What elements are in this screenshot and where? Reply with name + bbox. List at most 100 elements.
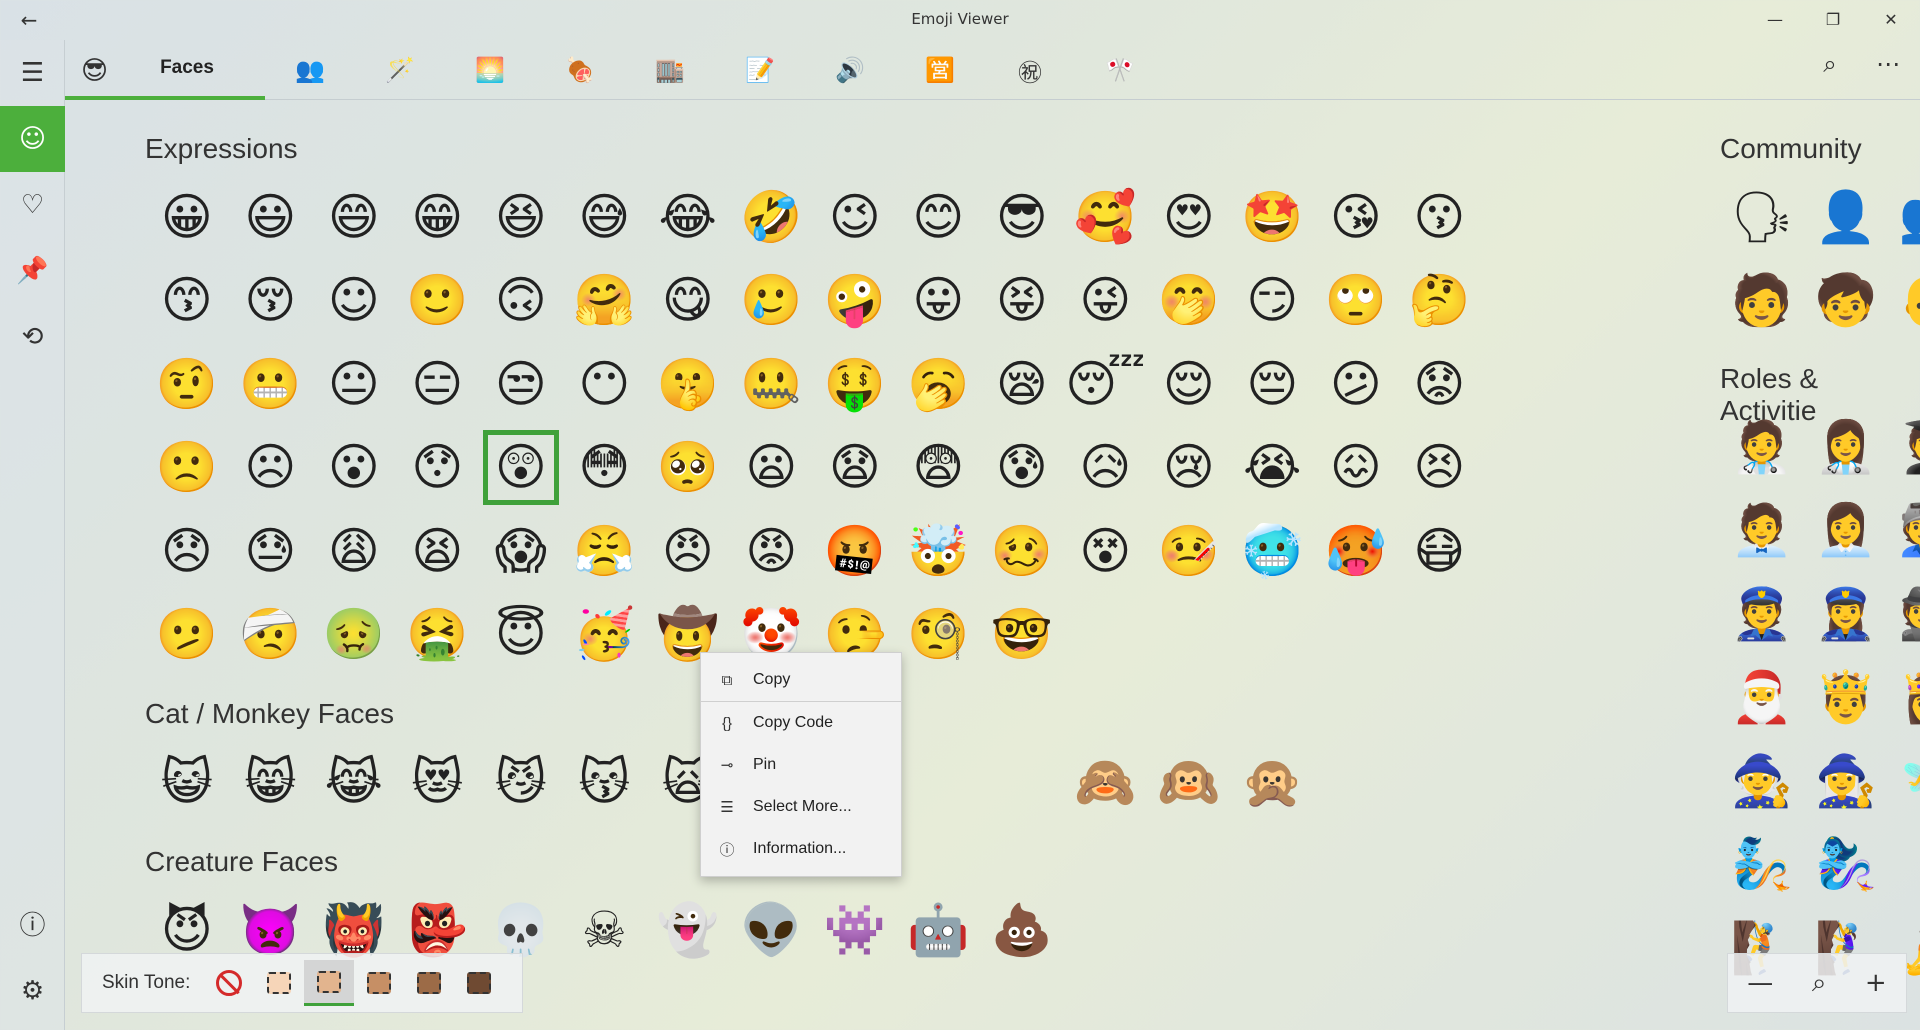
emoji-cell[interactable]: 😅 (563, 175, 647, 259)
emoji-cell[interactable]: 🥺 (646, 426, 730, 510)
emoji-cell[interactable]: 🤬 (813, 509, 897, 593)
emoji-cell[interactable]: 😄 (312, 175, 396, 259)
tab-faces[interactable]: 😎 Faces (65, 40, 265, 100)
emoji-cell[interactable]: 🙊 (1231, 740, 1315, 824)
emoji-cell[interactable]: 🤖 (897, 888, 981, 972)
tab-flags-icon[interactable]: 🎌 (1085, 40, 1155, 100)
tab-objects-memo-icon[interactable]: 📝 (725, 40, 795, 100)
emoji-cell[interactable]: 😛 (897, 259, 981, 343)
emoji-cell[interactable]: 😗 (1398, 175, 1482, 259)
tab-food-icon[interactable]: 🍖 (545, 40, 615, 100)
emoji-cell[interactable]: 👮‍♀️ (1804, 572, 1888, 656)
emoji-cell[interactable]: 🧞 (1720, 823, 1804, 907)
emoji-cell[interactable]: 👶 (1888, 259, 1920, 343)
emoji-cell[interactable]: 😂 (646, 175, 730, 259)
emoji-cell[interactable]: 😠 (646, 509, 730, 593)
emoji-cell[interactable]: 😑 (396, 342, 480, 426)
emoji-cell[interactable]: 🧜 (1888, 823, 1920, 907)
emoji-cell[interactable]: 🥶 (1231, 509, 1315, 593)
emoji-cell[interactable]: 🤪 (813, 259, 897, 343)
emoji-cell[interactable]: 🙈 (1064, 740, 1148, 824)
menu-item-information[interactable]: ⓘ Information... (701, 828, 901, 870)
symbols-nav-icon[interactable]: ♡ (0, 172, 65, 238)
emoji-cell[interactable]: 🤴 (1804, 656, 1888, 740)
emoji-cell[interactable]: 👩‍⚕️ (1804, 405, 1888, 489)
emoji-cell[interactable]: 🧚 (1888, 739, 1920, 823)
emoji-cell[interactable]: 😴 (1064, 342, 1148, 426)
emoji-cell[interactable]: 😫 (396, 509, 480, 593)
emoji-cell[interactable]: 🤭 (1147, 259, 1231, 343)
emoji-cell[interactable]: ☺ (312, 259, 396, 343)
more-options-icon[interactable]: ⋯ (1868, 50, 1908, 86)
emoji-cell[interactable]: 😪 (980, 342, 1064, 426)
emoji-cell[interactable]: 😮 (312, 426, 396, 510)
emoji-cell[interactable]: 😙 (145, 259, 229, 343)
emoji-cell[interactable]: 😏 (1231, 259, 1315, 343)
skin-tone-medium-light[interactable] (304, 960, 355, 1006)
emoji-cell[interactable]: 🤩 (1231, 175, 1315, 259)
emoji-cell[interactable]: 😢 (1147, 426, 1231, 510)
emoji-cell[interactable]: 😼 (479, 740, 563, 824)
emoji-cell[interactable]: 🤓 (980, 593, 1064, 677)
skin-tone-light[interactable] (254, 960, 304, 1006)
emoji-cell[interactable]: 😺 (145, 740, 229, 824)
emoji-cell[interactable]: 😶 (563, 342, 647, 426)
emoji-cell[interactable]: 🧙‍♀️ (1804, 739, 1888, 823)
emoji-cell[interactable]: 🧐 (897, 593, 981, 677)
emoji-cell[interactable]: 🧑‍⚕️ (1720, 405, 1804, 489)
emoji-cell[interactable]: 😐 (312, 342, 396, 426)
emoji-cell[interactable]: 🥴 (980, 509, 1064, 593)
emoji-cell[interactable]: 🧑 (1720, 259, 1804, 343)
emoji-cell[interactable]: 😻 (396, 740, 480, 824)
skin-tone-dark[interactable] (454, 960, 504, 1006)
emoji-cell[interactable]: 😸 (229, 740, 313, 824)
emoji-cell[interactable]: 👩‍💼 (1804, 489, 1888, 573)
history-nav-icon[interactable]: ⟲ (0, 304, 65, 370)
emoji-cell[interactable]: 😬 (229, 342, 313, 426)
emoji-cell[interactable]: 🤑 (813, 342, 897, 426)
emoji-cell[interactable]: 😷 (1398, 509, 1482, 593)
emoji-cell[interactable]: 😒 (479, 342, 563, 426)
emoji-cell[interactable]: 😎 (980, 175, 1064, 259)
emoji-cell[interactable]: 😖 (1314, 426, 1398, 510)
emoji-cell[interactable]: 😭 (1231, 426, 1315, 510)
emoji-cell[interactable]: 🥰 (1064, 175, 1148, 259)
emoji-cell[interactable]: 😯 (396, 426, 480, 510)
emoji-cell[interactable]: 😔 (1231, 342, 1315, 426)
emoji-cell[interactable]: 🥱 (897, 342, 981, 426)
emoji-cell[interactable]: 💩 (980, 888, 1064, 972)
emoji-cell[interactable]: 🙉 (1147, 740, 1231, 824)
emoji-cell[interactable]: 😨 (897, 426, 981, 510)
emoji-cell[interactable]: 😟 (1398, 342, 1482, 426)
tab-sound-speaker-icon[interactable]: 🔊 (815, 40, 885, 100)
emoji-cell[interactable]: 🧑‍🏭 (1888, 489, 1920, 573)
emoji-cell[interactable]: 😵 (1064, 509, 1148, 593)
emoji-cell[interactable]: 🎅 (1720, 656, 1804, 740)
menu-item-copy-code[interactable]: {} Copy Code (701, 702, 901, 744)
emoji-cell[interactable]: 🙄 (1314, 259, 1398, 343)
emoji-cell[interactable]: 😰 (980, 426, 1064, 510)
emoji-cell[interactable]: 😉 (813, 175, 897, 259)
zoom-reset-search-icon[interactable]: ⌕ (1812, 968, 1827, 999)
menu-item-copy[interactable]: ⧉ Copy (701, 659, 901, 701)
emoji-cell[interactable]: 😞 (145, 509, 229, 593)
emoji-cell[interactable]: 😇 (479, 593, 563, 677)
emoji-cell[interactable]: 😱 (479, 509, 563, 593)
search-icon[interactable]: ⌕ (1810, 50, 1850, 86)
emoji-cell[interactable]: ☠ (563, 888, 647, 972)
emoji-cell[interactable]: 😆 (479, 175, 563, 259)
menu-item-select-more[interactable]: ☰ Select More... (701, 786, 901, 828)
emoji-cell[interactable]: 😹 (312, 740, 396, 824)
emoji-cell[interactable]: 😓 (229, 509, 313, 593)
emoji-cell[interactable]: 🧑‍🎓 (1888, 405, 1920, 489)
emoji-cell[interactable]: 👸 (1888, 656, 1920, 740)
emoji-cell[interactable]: 😜 (1064, 259, 1148, 343)
hamburger-menu-icon[interactable]: ☰ (0, 40, 65, 106)
emoji-cell[interactable]: 😥 (1064, 426, 1148, 510)
emoji-cell[interactable]: 😧 (813, 426, 897, 510)
emoji-cell[interactable]: 🗣 (1720, 175, 1804, 259)
close-button[interactable]: ✕ (1862, 0, 1920, 40)
emoji-cell[interactable]: 🤣 (730, 175, 814, 259)
emoji-cell[interactable]: 🙂 (396, 259, 480, 343)
emoji-cell[interactable]: 🥵 (1314, 509, 1398, 593)
